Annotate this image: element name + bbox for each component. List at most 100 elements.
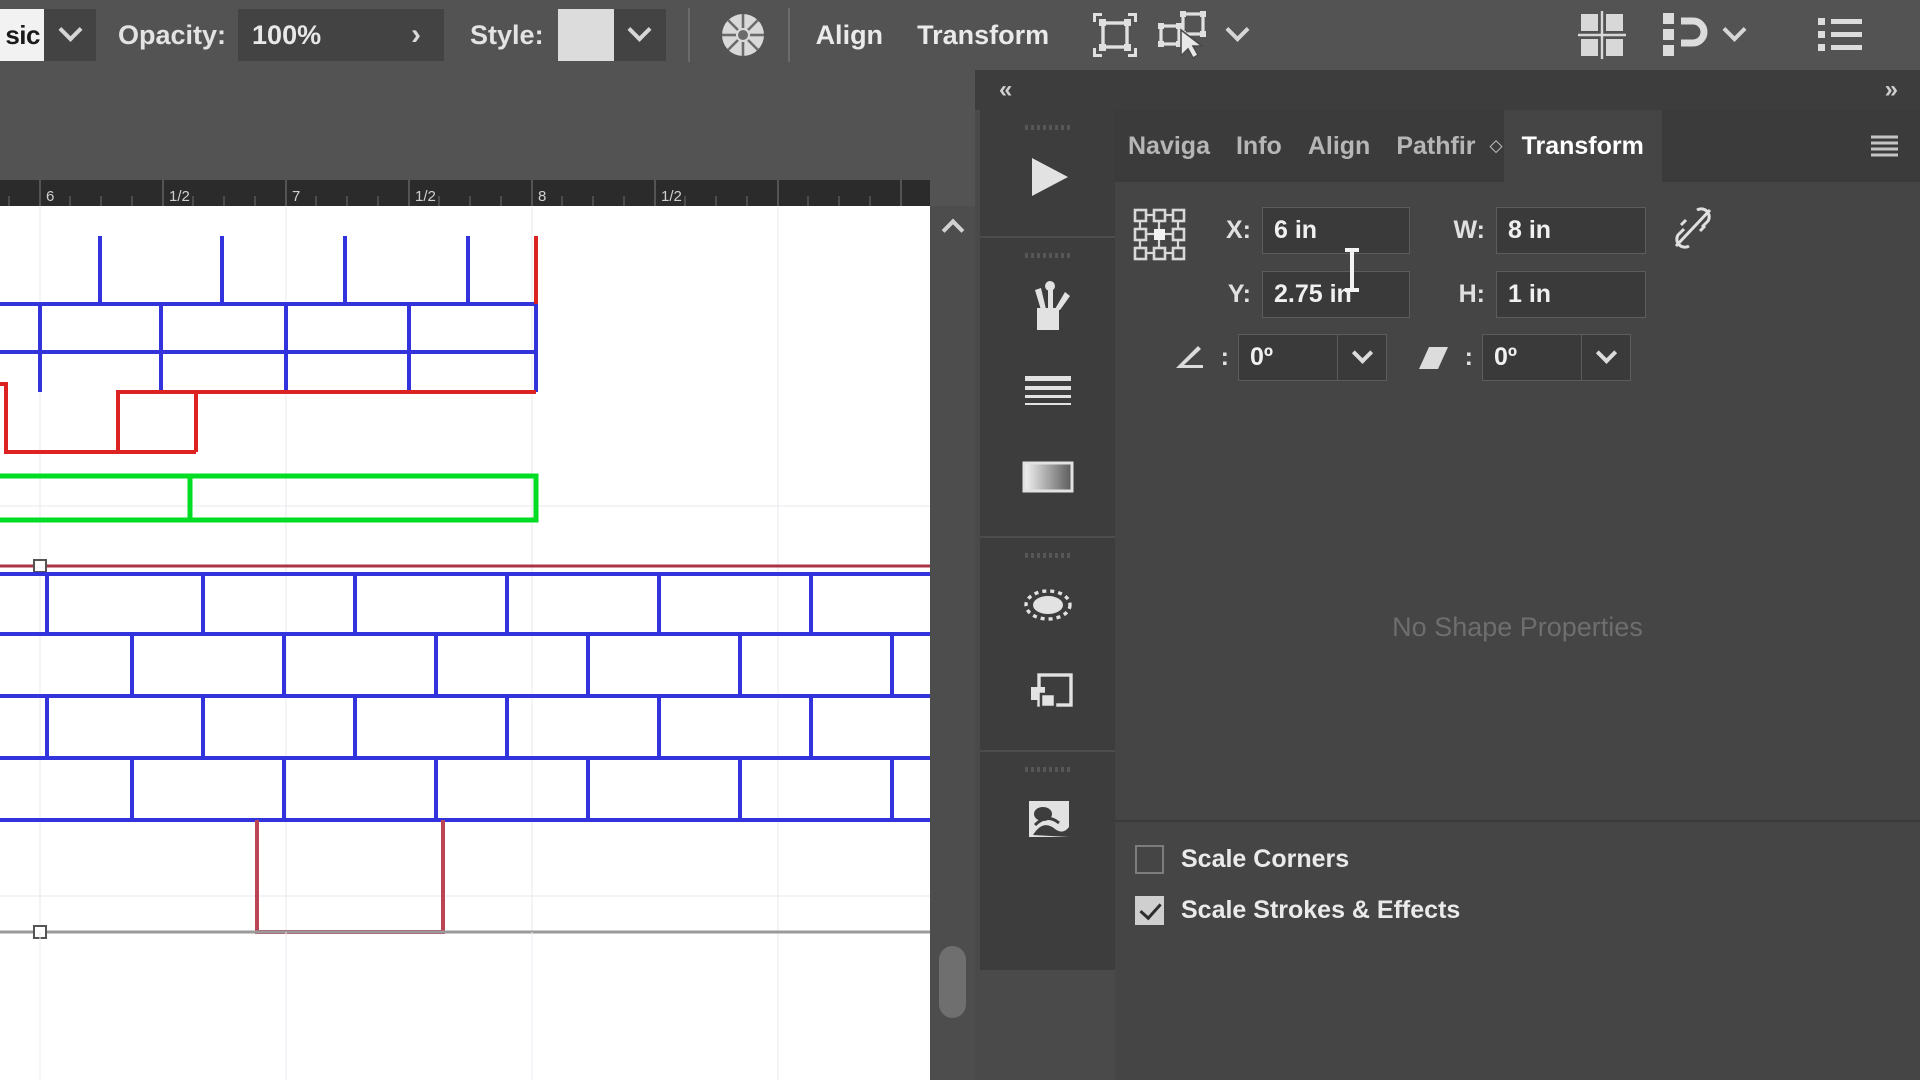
snap-align-button[interactable] — [1660, 5, 1708, 65]
broken-link-icon — [1674, 207, 1712, 249]
ruler-label: 7 — [292, 188, 301, 205]
transform-each-icon — [1093, 13, 1138, 57]
transform-panel: Naviga Info Align Pathfir ◇ Transform X:… — [1115, 110, 1920, 1080]
strip-group-libraries — [980, 110, 1115, 238]
select-similar-button[interactable] — [1157, 5, 1211, 65]
panel-dock: « » Naviga Info Align Pathfir ◇ Transfor… — [975, 70, 1920, 1080]
shear-angle-icon — [1419, 346, 1448, 369]
transform-each-button[interactable] — [1089, 5, 1141, 65]
panel-grip[interactable] — [980, 762, 1115, 776]
ruler-label: 1/2 — [415, 188, 436, 205]
tab-align[interactable]: Align — [1295, 110, 1384, 182]
brushes-icon — [1034, 281, 1070, 330]
collapse-panels-right-icon[interactable]: » — [1885, 76, 1898, 104]
canvas-vertical-scrollbar[interactable] — [930, 206, 975, 1080]
h-label: H: — [1458, 280, 1485, 308]
document-setup-button[interactable] — [1816, 5, 1864, 65]
scroll-up-chevron-icon[interactable] — [941, 218, 964, 242]
tab-transform[interactable]: Transform — [1503, 110, 1662, 182]
sidebar-item-libraries[interactable] — [980, 134, 1115, 220]
style-label: Style: — [470, 19, 544, 50]
opacity-options-button[interactable]: › — [388, 9, 445, 61]
sidebar-item-brushes[interactable] — [980, 262, 1115, 348]
control-bar: sic Opacity: 100% › Style: Align Transfo… — [0, 0, 1920, 70]
sidebar-item-layers[interactable] — [980, 648, 1115, 734]
arrange-documents-button[interactable] — [1578, 5, 1626, 65]
scale-corners-checkbox[interactable] — [1135, 845, 1164, 874]
gradient-icon — [1022, 461, 1073, 493]
scale-strokes-row[interactable]: Scale Strokes & Effects — [1135, 896, 1460, 925]
shear-angle-field[interactable]: 0º — [1482, 334, 1631, 381]
constrain-proportions-button[interactable] — [1672, 204, 1714, 257]
panel-divider — [1115, 820, 1920, 822]
stroke-icon — [1024, 376, 1071, 405]
scale-strokes-label: Scale Strokes & Effects — [1181, 896, 1461, 924]
text-ibeam-cursor — [1343, 248, 1361, 292]
sidebar-item-stroke[interactable] — [980, 348, 1115, 434]
toolbar-divider — [687, 8, 690, 62]
chevron-down-icon — [57, 17, 83, 42]
opacity-input[interactable]: 100% — [238, 9, 389, 61]
scale-corners-label: Scale Corners — [1181, 845, 1350, 873]
chevron-down-icon — [627, 17, 652, 42]
dock-collapse-bar[interactable]: « » — [975, 70, 1920, 110]
sidebar-item-image-trace[interactable] — [980, 776, 1115, 862]
panel-menu-icon[interactable] — [1871, 135, 1898, 157]
shear-angle-input[interactable]: 0º — [1482, 334, 1581, 381]
rotate-angle-input[interactable]: 0º — [1238, 334, 1337, 381]
style-dropdown[interactable] — [613, 9, 666, 61]
scale-corners-row[interactable]: Scale Corners — [1135, 845, 1349, 874]
ibeam-cursor-icon — [1345, 248, 1359, 292]
artboard[interactable] — [0, 206, 930, 1080]
collapse-panels-left-icon[interactable]: « — [999, 76, 1012, 104]
opacity-label: Opacity: — [118, 19, 227, 50]
rotate-label: : — [1220, 343, 1229, 371]
y-input[interactable]: 2.75 in — [1262, 271, 1410, 318]
scale-strokes-checkbox[interactable] — [1135, 896, 1164, 925]
artwork-vector-drawing — [0, 206, 930, 1080]
tab-navigator[interactable]: Naviga — [1115, 110, 1223, 182]
recolor-artwork-button[interactable] — [716, 5, 770, 65]
reference-point-icon — [1133, 208, 1186, 261]
recolor-artwork-icon — [721, 14, 764, 56]
rotate-angle-dropdown[interactable] — [1337, 334, 1387, 381]
ruler-label: 1/2 — [169, 188, 190, 205]
sidebar-item-gradient[interactable] — [980, 434, 1115, 520]
snap-align-dropdown[interactable] — [1708, 9, 1760, 61]
y-label: Y: — [1227, 280, 1251, 308]
tab-pathfinder[interactable]: Pathfir — [1383, 110, 1488, 182]
x-input[interactable]: 6 in — [1262, 207, 1410, 254]
ruler-label: 8 — [538, 188, 547, 205]
shear-label: : — [1464, 343, 1473, 371]
toolbar-divider — [787, 8, 790, 62]
image-trace-icon — [1028, 801, 1069, 837]
graphic-style-dropdown[interactable] — [44, 9, 96, 61]
document-list-icon — [1818, 18, 1862, 51]
strip-group-appearance — [980, 238, 1115, 538]
chevron-down-icon — [1351, 342, 1373, 364]
graphic-style-field[interactable]: sic — [0, 9, 44, 61]
transform-panel-button[interactable]: Transform — [911, 20, 1055, 51]
panel-grip[interactable] — [980, 120, 1115, 134]
rotate-angle-field[interactable]: 0º — [1238, 334, 1387, 381]
scrollbar-thumb[interactable] — [939, 946, 966, 1018]
x-label: X: — [1226, 216, 1251, 244]
panel-grip[interactable] — [980, 248, 1115, 262]
select-similar-dropdown[interactable] — [1211, 9, 1263, 61]
rotate-angle-icon-box — [1173, 344, 1207, 372]
sidebar-item-appearance[interactable] — [980, 562, 1115, 648]
align-panel-button[interactable]: Align — [810, 20, 890, 51]
chevron-down-icon — [1225, 17, 1250, 42]
snap-to-glyph-icon — [1663, 13, 1708, 56]
tab-info[interactable]: Info — [1223, 110, 1295, 182]
shear-angle-dropdown[interactable] — [1581, 334, 1631, 381]
h-input[interactable]: 1 in — [1496, 271, 1646, 318]
panel-grip[interactable] — [980, 548, 1115, 562]
style-swatch[interactable] — [557, 9, 614, 61]
reference-point-selector[interactable] — [1133, 208, 1187, 262]
canvas-region[interactable]: 6 1/2 7 1/2 8 1/2 — [0, 70, 975, 1080]
horizontal-ruler[interactable]: 6 1/2 7 1/2 8 1/2 — [0, 180, 930, 206]
panel-tabstrip: Naviga Info Align Pathfir ◇ Transform — [1115, 110, 1920, 182]
w-input[interactable]: 8 in — [1496, 207, 1646, 254]
strip-group-layers — [980, 538, 1115, 752]
